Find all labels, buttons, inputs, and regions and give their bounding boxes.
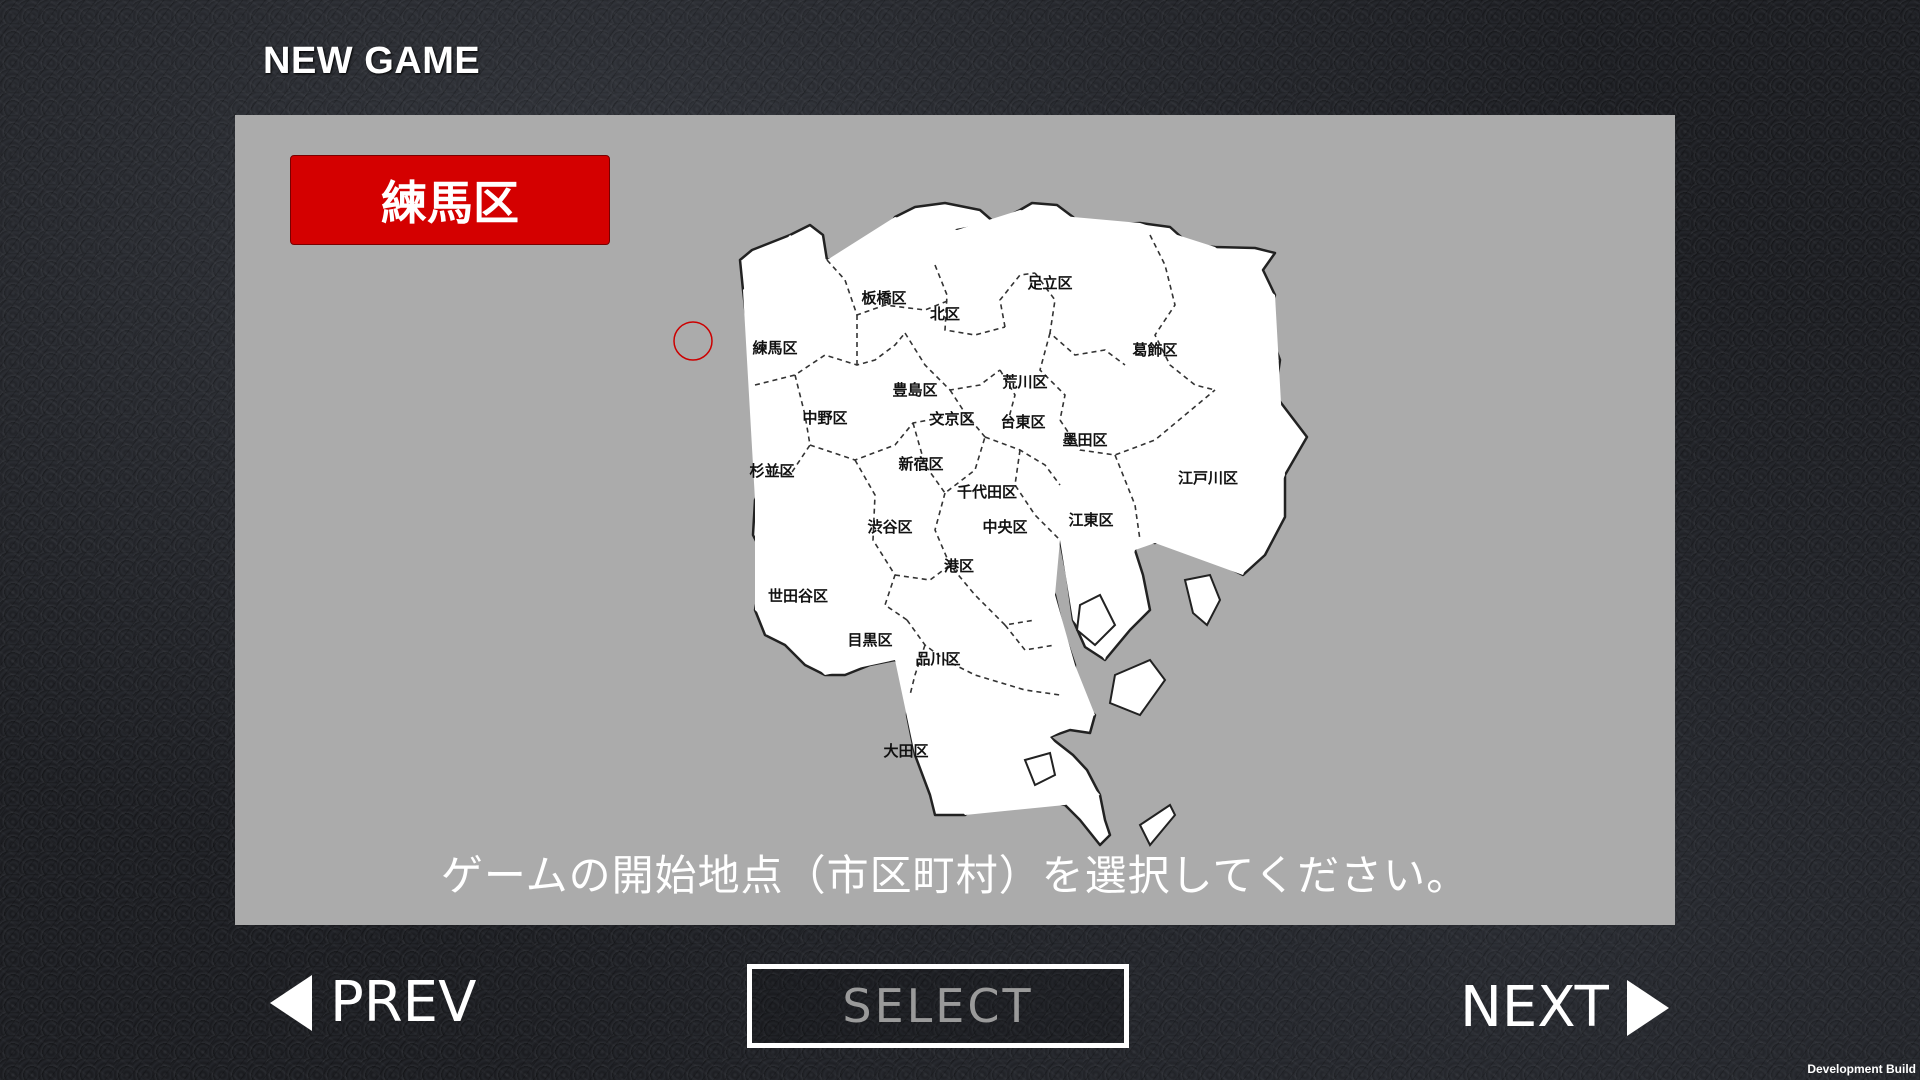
ward-label-chuo[interactable]: 中央区: [982, 518, 1027, 536]
ward-label-sumida[interactable]: 墨田区: [1062, 431, 1107, 449]
tokyo-23-wards-map[interactable]: 足立区 板橋区 北区 葛飾区 練馬区 荒川区 豊島区 中野区 文京区 台東区 墨…: [595, 155, 1315, 855]
ward-label-nerima[interactable]: 練馬区: [752, 339, 797, 357]
ward-label-minato[interactable]: 港区: [944, 557, 974, 575]
next-button[interactable]: NEXT: [1460, 975, 1669, 1040]
ward-label-itabashi[interactable]: 板橋区: [861, 289, 906, 307]
prev-button[interactable]: PREV: [270, 970, 476, 1035]
select-button[interactable]: SELECT: [747, 964, 1129, 1048]
ward-label-ota[interactable]: 大田区: [883, 742, 928, 760]
development-build-label: Development Build: [1807, 1062, 1916, 1076]
ward-label-edogawa[interactable]: 江戸川区: [1178, 469, 1238, 487]
ward-label-setagaya[interactable]: 世田谷区: [768, 587, 828, 605]
screen-title: NEW GAME: [263, 40, 481, 82]
ward-label-koto[interactable]: 江東区: [1068, 511, 1113, 529]
arrow-left-icon: [270, 974, 312, 1031]
next-label: NEXT: [1460, 975, 1609, 1040]
ward-label-suginami[interactable]: 杉並区: [749, 462, 794, 480]
ward-label-katsushika[interactable]: 葛飾区: [1131, 341, 1177, 359]
ward-label-nakano[interactable]: 中野区: [802, 409, 847, 427]
selection-marker-icon: [673, 321, 713, 361]
arrow-right-icon: [1626, 979, 1669, 1036]
ward-label-toshima[interactable]: 豊島区: [892, 381, 937, 399]
ward-label-shibuya[interactable]: 渋谷区: [867, 518, 912, 536]
ward-label-chiyoda[interactable]: 千代田区: [957, 483, 1017, 501]
ward-label-adachi[interactable]: 足立区: [1027, 274, 1072, 292]
ward-label-meguro[interactable]: 目黒区: [847, 631, 892, 649]
instruction-text: ゲームの開始地点（市区町村）を選択してください。: [440, 851, 1470, 900]
map-panel: 練馬区 足立区 板橋区 北区 葛飾区 練馬区 荒川区 豊島区 中野区 文京区 台…: [235, 115, 1675, 925]
selected-ward-badge: 練馬区: [290, 155, 610, 245]
ward-label-arakawa[interactable]: 荒川区: [1002, 373, 1047, 391]
ward-label-shinjuku[interactable]: 新宿区: [898, 455, 943, 473]
ward-label-kita[interactable]: 北区: [930, 305, 960, 323]
ward-label-shinagawa[interactable]: 品川区: [915, 650, 960, 668]
prev-label: PREV: [330, 970, 477, 1035]
ward-label-taito[interactable]: 台東区: [1000, 413, 1045, 431]
ward-label-bunkyo[interactable]: 文京区: [929, 410, 974, 428]
